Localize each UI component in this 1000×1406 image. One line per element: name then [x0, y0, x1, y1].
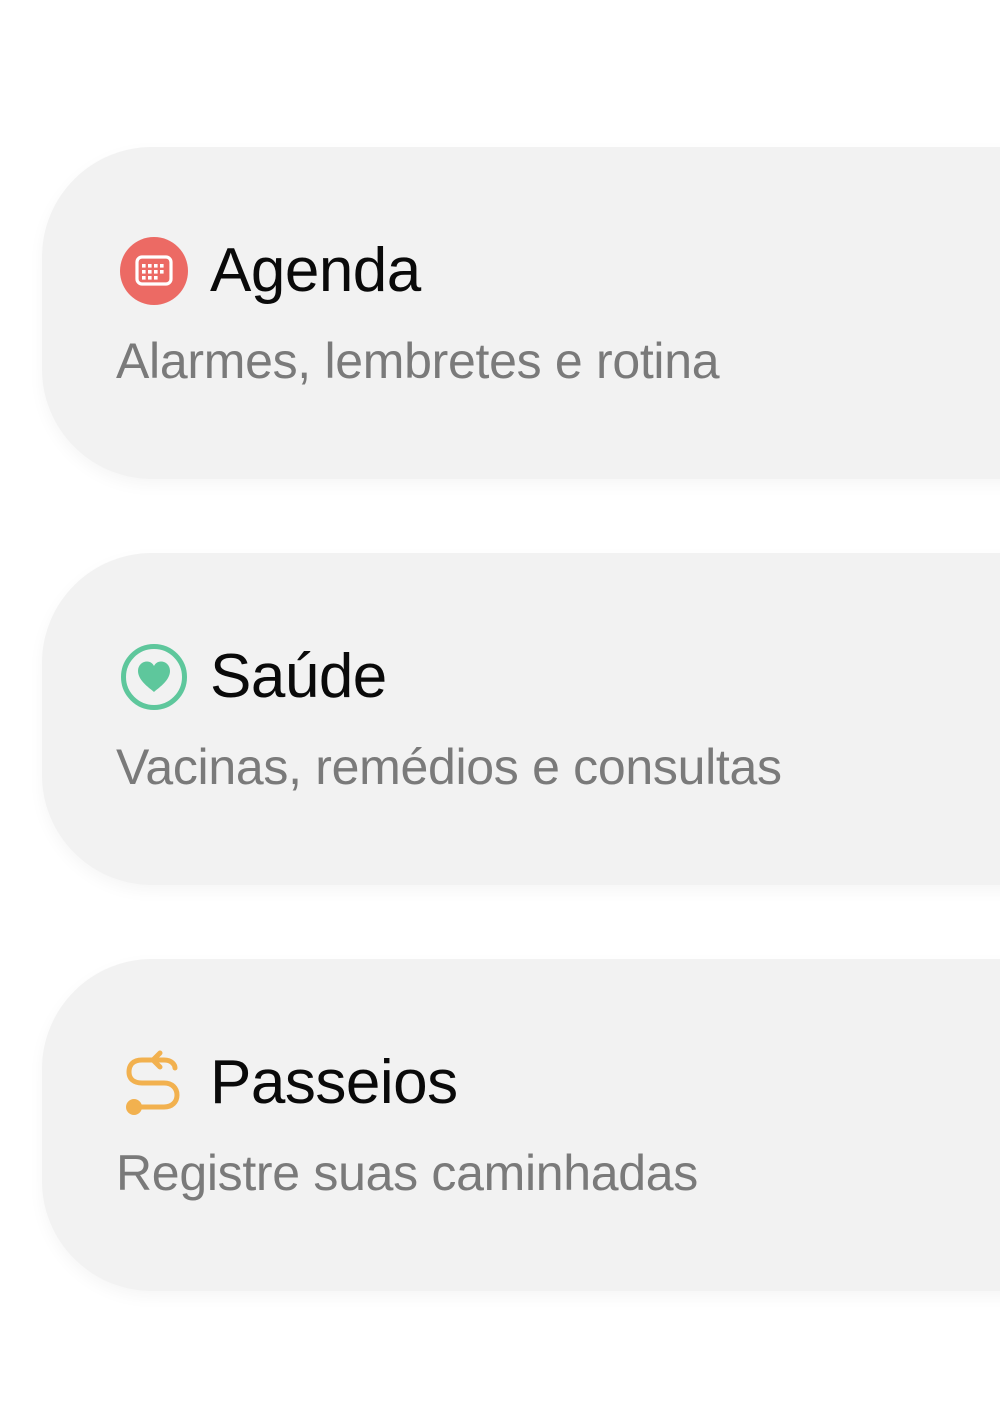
card-saude[interactable]: Saúde Vacinas, remédios e consultas — [42, 553, 1000, 885]
card-subtitle-passeios: Registre suas caminhadas — [116, 1145, 698, 1201]
card-agenda[interactable]: Agenda Alarmes, lembretes e rotina — [42, 147, 1000, 479]
card-subtitle-saude: Vacinas, remédios e consultas — [116, 739, 782, 795]
card-title-agenda: Agenda — [210, 236, 421, 305]
calendar-icon — [120, 237, 188, 305]
card-title-saude: Saúde — [210, 642, 387, 711]
card-header: Saúde — [120, 641, 387, 713]
card-title-passeios: Passeios — [210, 1048, 458, 1117]
route-icon — [120, 1049, 188, 1117]
card-header: Agenda — [120, 235, 421, 307]
card-passeios[interactable]: Passeios Registre suas caminhadas — [42, 959, 1000, 1291]
heart-icon — [120, 643, 188, 711]
card-subtitle-agenda: Alarmes, lembretes e rotina — [116, 333, 720, 389]
menu-screen: Agenda Alarmes, lembretes e rotina Saúde… — [0, 0, 1000, 1406]
card-header: Passeios — [120, 1047, 458, 1119]
